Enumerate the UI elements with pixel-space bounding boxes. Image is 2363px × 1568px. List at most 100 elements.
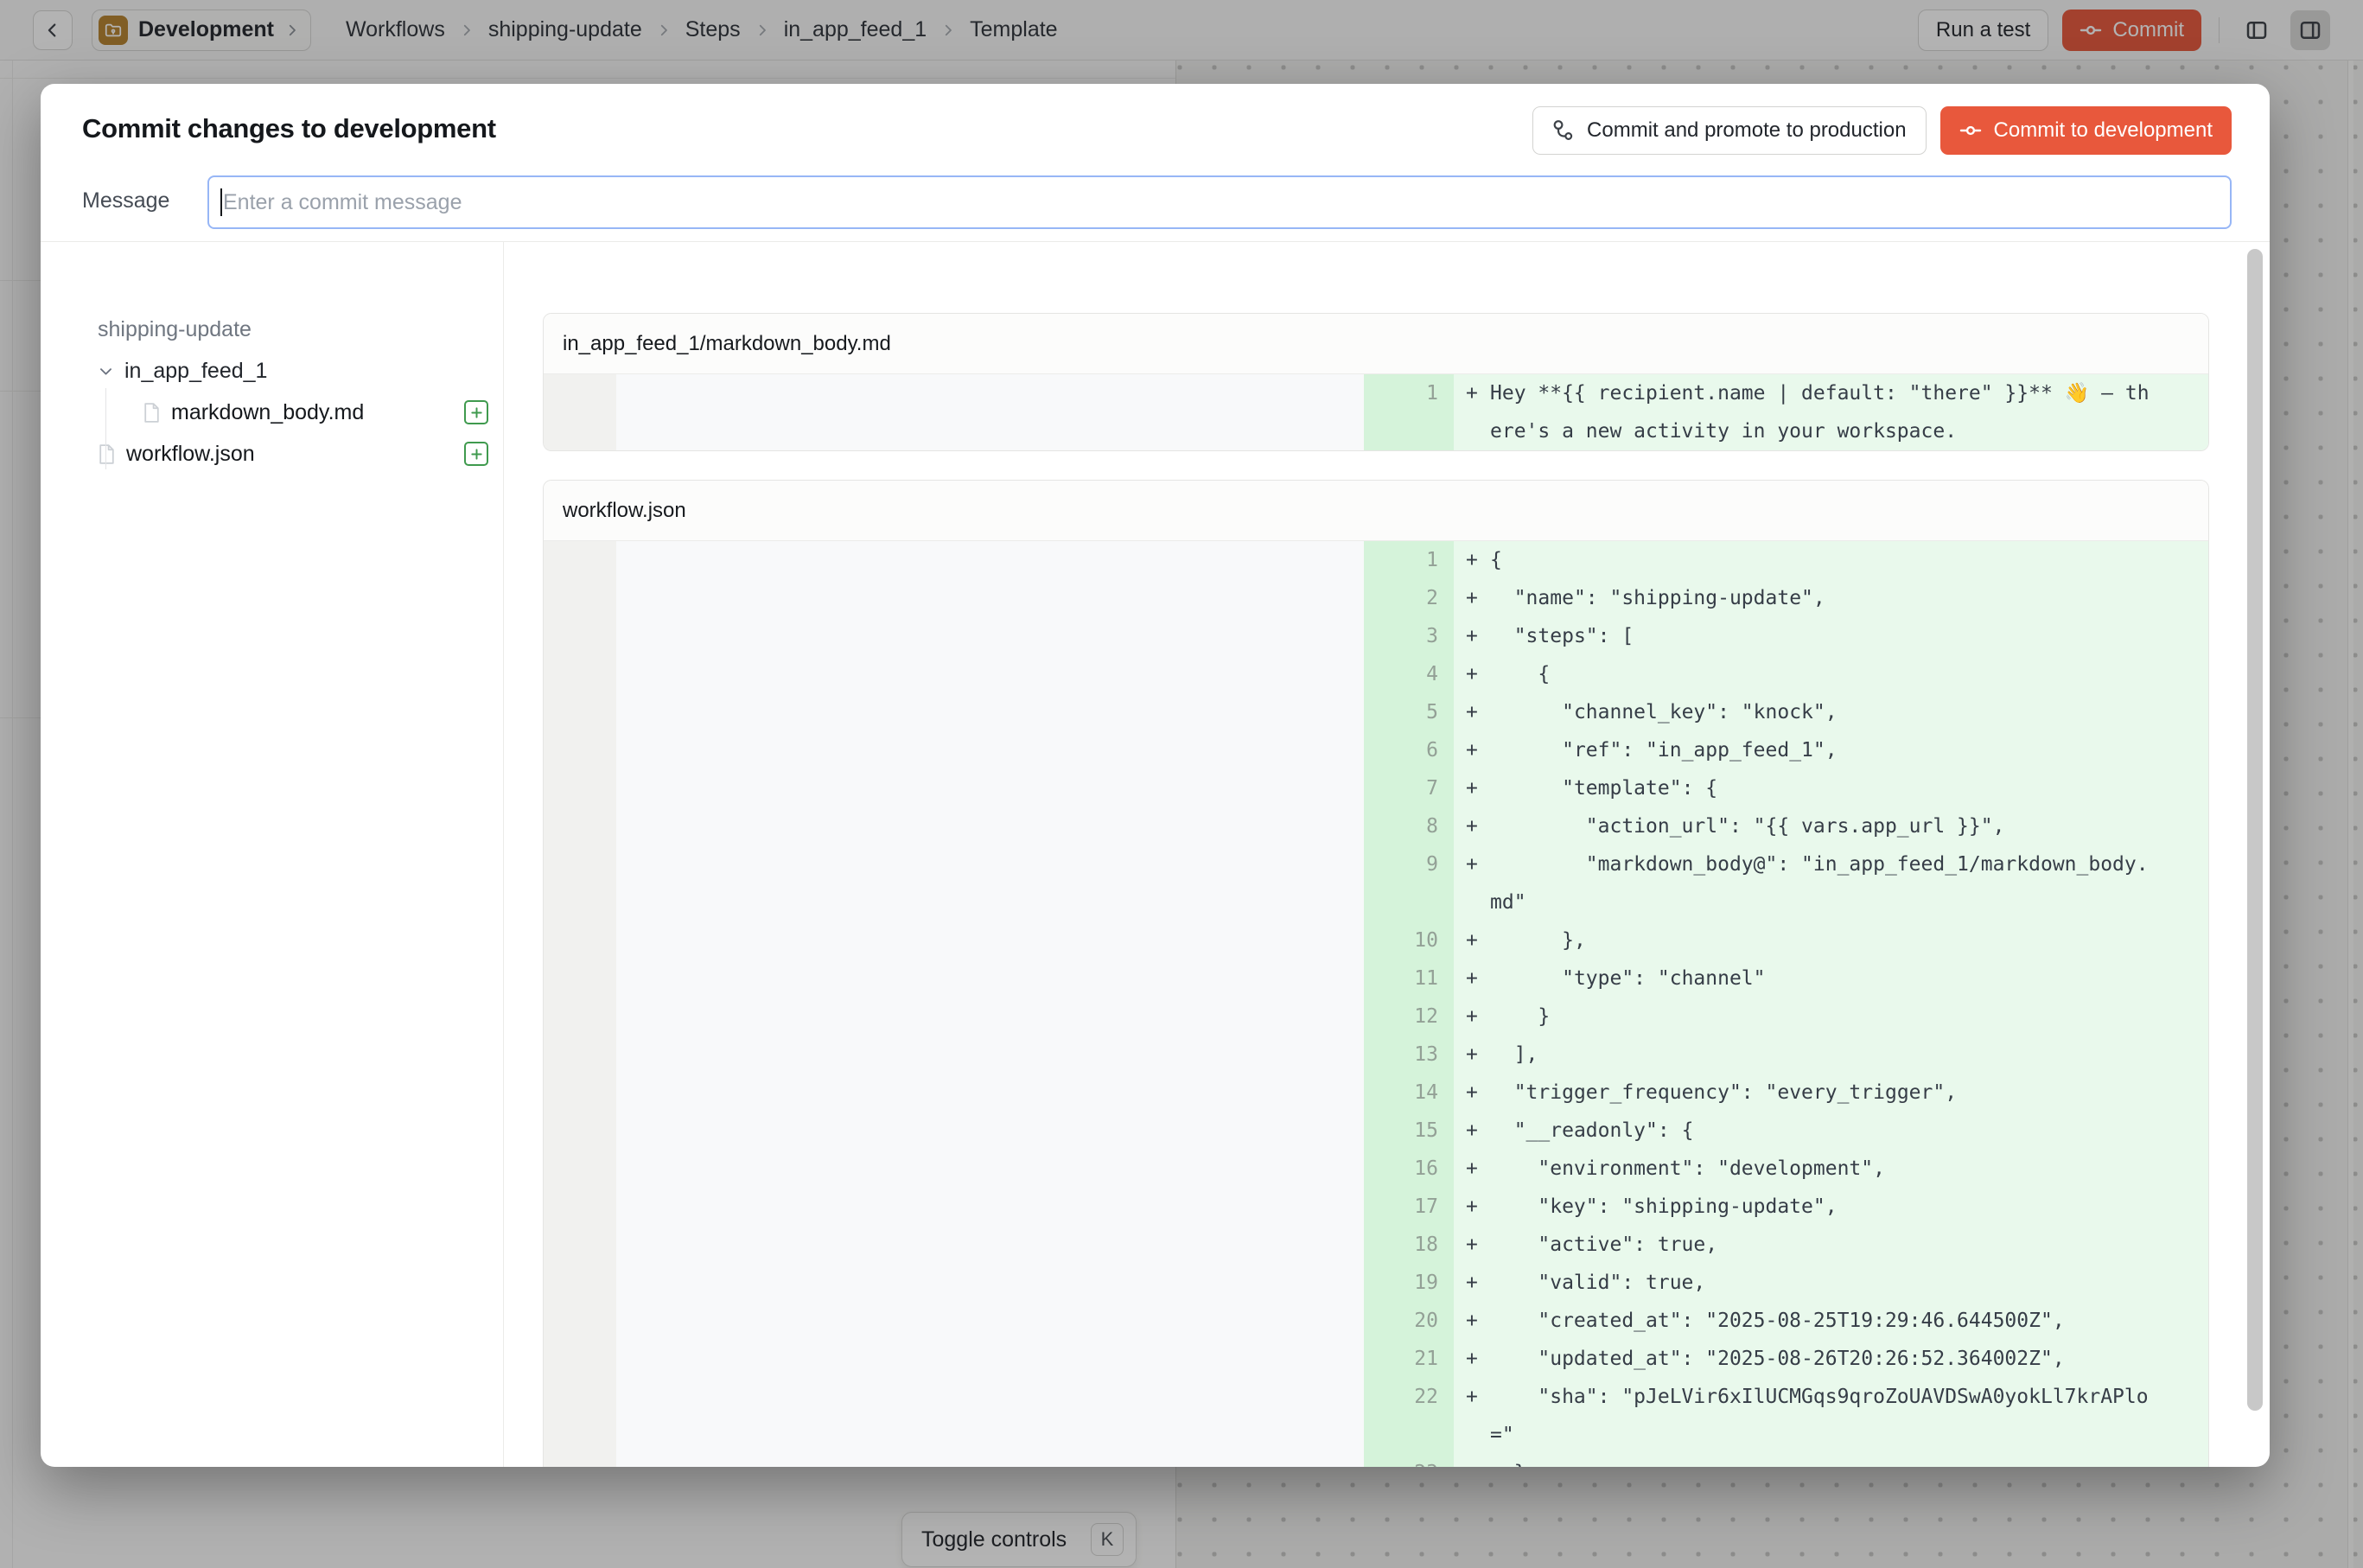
diff-line-row: 22+ "sha": "pJeLVir6xIlUCMGqs9qroZoUAVDS…	[544, 1378, 2208, 1454]
sidebar-divider	[503, 242, 504, 1467]
diff-add-marker: +	[1454, 769, 1480, 807]
commit-icon	[1959, 119, 1982, 142]
diff-add-marker: +	[1454, 1340, 1480, 1378]
new-line-number: 6	[1364, 731, 1454, 769]
old-code-cell	[616, 693, 1364, 731]
diff-add-marker: +	[1454, 1188, 1480, 1226]
old-code-cell	[616, 921, 1364, 959]
code-text: Hey **{{ recipient.name | default: "ther…	[1490, 374, 2151, 450]
tree-item-workflow-json[interactable]: workflow.json	[98, 433, 495, 475]
new-line-number: 22	[1364, 1378, 1454, 1454]
old-line-gutter	[544, 1378, 616, 1454]
old-line-gutter	[544, 845, 616, 921]
new-line-number: 23	[1364, 1454, 1454, 1467]
diff-add-marker: +	[1454, 1302, 1480, 1340]
new-line-number: 15	[1364, 1112, 1454, 1150]
code-text: "steps": [	[1490, 617, 2151, 655]
diff-line-row: 17+ "key": "shipping-update",	[544, 1188, 2208, 1226]
message-label: Message	[82, 188, 169, 214]
diff-add-marker: +	[1454, 655, 1480, 693]
new-code-cell: + ],	[1454, 1036, 2208, 1074]
old-code-cell	[616, 1454, 1364, 1467]
new-line-number: 8	[1364, 807, 1454, 845]
diff-add-marker: +	[1454, 1150, 1480, 1188]
diff-line-row: 20+ "created_at": "2025-08-25T19:29:46.6…	[544, 1302, 2208, 1340]
old-line-gutter	[544, 769, 616, 807]
code-text: "trigger_frequency": "every_trigger",	[1490, 1074, 2151, 1112]
new-line-number: 21	[1364, 1340, 1454, 1378]
old-line-gutter	[544, 693, 616, 731]
old-code-cell	[616, 807, 1364, 845]
diff-add-marker: +	[1454, 617, 1480, 655]
new-line-number: 10	[1364, 921, 1454, 959]
commit-and-promote-label: Commit and promote to production	[1587, 118, 1907, 143]
new-line-number: 3	[1364, 617, 1454, 655]
code-text: "active": true,	[1490, 1226, 2151, 1264]
diff-add-marker: +	[1454, 998, 1480, 1036]
old-line-gutter	[544, 374, 616, 450]
old-line-gutter	[544, 921, 616, 959]
file-name: markdown_body.md	[171, 400, 364, 425]
diff-line-row: 7+ "template": {	[544, 769, 2208, 807]
new-code-cell: + "sha": "pJeLVir6xIlUCMGqs9qroZoUAVDSwA…	[1454, 1378, 2208, 1454]
new-code-cell: + "steps": [	[1454, 617, 2208, 655]
diff-line-row: 23+ }	[544, 1454, 2208, 1467]
diff-add-marker: +	[1454, 579, 1480, 617]
tree-item-step[interactable]: in_app_feed_1	[98, 350, 495, 392]
old-line-gutter	[544, 998, 616, 1036]
added-file-plus-icon[interactable]	[464, 442, 488, 466]
promote-branch-icon	[1552, 119, 1575, 142]
old-line-gutter	[544, 1264, 616, 1302]
diff-add-marker: +	[1454, 845, 1480, 883]
diff-line-row: 2+ "name": "shipping-update",	[544, 579, 2208, 617]
tree-item-markdown-body[interactable]: markdown_body.md	[98, 392, 495, 433]
commit-and-promote-button[interactable]: Commit and promote to production	[1532, 106, 1927, 155]
commit-message-input[interactable]	[207, 175, 2232, 229]
tree-item-workflow-root[interactable]: shipping-update	[98, 309, 495, 350]
old-code-cell	[616, 1264, 1364, 1302]
commit-to-development-button[interactable]: Commit to development	[1940, 106, 2232, 155]
code-text: "environment": "development",	[1490, 1150, 2151, 1188]
diff-body: 1+{2+ "name": "shipping-update",3+ "step…	[544, 541, 2208, 1467]
chevron-down-icon	[98, 363, 114, 379]
old-line-gutter	[544, 807, 616, 845]
new-line-number: 1	[1364, 374, 1454, 450]
code-text: }	[1490, 998, 2151, 1036]
diff-add-marker: +	[1454, 1036, 1480, 1074]
new-code-cell: + "markdown_body@": "in_app_feed_1/markd…	[1454, 845, 2208, 921]
diff-add-marker: +	[1454, 921, 1480, 959]
diff-line-row: 8+ "action_url": "{{ vars.app_url }}",	[544, 807, 2208, 845]
diff-line-row: 6+ "ref": "in_app_feed_1",	[544, 731, 2208, 769]
file-name: workflow.json	[126, 442, 255, 467]
old-line-gutter	[544, 1188, 616, 1226]
diff-add-marker: +	[1454, 1226, 1480, 1264]
added-file-plus-icon[interactable]	[464, 400, 488, 424]
code-text: "markdown_body@": "in_app_feed_1/markdow…	[1490, 845, 2151, 921]
code-text: {	[1490, 655, 2151, 693]
code-text: "sha": "pJeLVir6xIlUCMGqs9qroZoUAVDSwA0y…	[1490, 1378, 2151, 1454]
modal-title: Commit changes to development	[82, 113, 496, 144]
new-code-cell: + {	[1454, 655, 2208, 693]
new-code-cell: + "environment": "development",	[1454, 1150, 2208, 1188]
diff-line-row: 12+ }	[544, 998, 2208, 1036]
diff-add-marker: +	[1454, 1112, 1480, 1150]
old-code-cell	[616, 959, 1364, 998]
diff-line-row: 15+ "__readonly": {	[544, 1112, 2208, 1150]
old-code-cell	[616, 617, 1364, 655]
diff-line-row: 1+Hey **{{ recipient.name | default: "th…	[544, 374, 2208, 450]
code-text: },	[1490, 921, 2151, 959]
old-code-cell	[616, 1226, 1364, 1264]
tree-connector-line	[105, 388, 106, 469]
old-line-gutter	[544, 1302, 616, 1340]
modal-divider	[41, 241, 2270, 242]
old-code-cell	[616, 1302, 1364, 1340]
modal-scrollbar-thumb[interactable]	[2247, 249, 2263, 1411]
new-line-number: 5	[1364, 693, 1454, 731]
new-line-number: 18	[1364, 1226, 1454, 1264]
diff-line-row: 21+ "updated_at": "2025-08-26T20:26:52.3…	[544, 1340, 2208, 1378]
code-text: "name": "shipping-update",	[1490, 579, 2151, 617]
new-code-cell: + "__readonly": {	[1454, 1112, 2208, 1150]
diff-add-marker: +	[1454, 1264, 1480, 1302]
diff-line-row: 11+ "type": "channel"	[544, 959, 2208, 998]
new-code-cell: + "trigger_frequency": "every_trigger",	[1454, 1074, 2208, 1112]
